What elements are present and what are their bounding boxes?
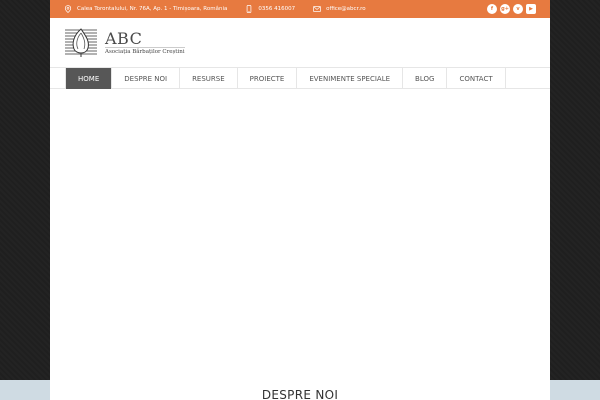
phone-info[interactable]: 0356 416007 — [245, 5, 295, 13]
social-links: f g+ v ▶ — [487, 4, 536, 14]
google-plus-icon[interactable]: g+ — [500, 4, 510, 14]
nav-item-blog[interactable]: BLOG — [403, 68, 448, 89]
mail-icon — [313, 5, 321, 13]
main-container: ABC Asociația Bărbaților Creștini HOME D… — [50, 18, 550, 400]
nav-item-evenimente-speciale[interactable]: EVENIMENTE SPECIALE — [297, 68, 404, 89]
leaf-logo-icon[interactable] — [65, 28, 97, 58]
main-navigation: HOME DESPRE NOI RESURSE PROIECTE EVENIME… — [50, 67, 550, 89]
nav-item-home[interactable]: HOME — [65, 68, 113, 89]
nav-item-despre-noi[interactable]: DESPRE NOI — [112, 68, 181, 89]
hero-slider-area — [50, 90, 550, 352]
youtube-icon[interactable]: ▶ — [526, 4, 536, 14]
email-text: office@abcr.ro — [326, 6, 366, 12]
vimeo-icon[interactable]: v — [513, 4, 523, 14]
nav-item-proiecte[interactable]: PROIECTE — [238, 68, 298, 89]
logo-title[interactable]: ABC — [105, 29, 142, 48]
top-info-bar: Calea Torontalului, Nr. 76A, Ap. 1 - Tim… — [50, 0, 550, 18]
section-title-despre-noi: DESPRE NOI — [261, 388, 339, 400]
phone-icon — [245, 5, 253, 13]
address-info: Calea Torontalului, Nr. 76A, Ap. 1 - Tim… — [64, 5, 227, 13]
map-pin-icon — [64, 5, 72, 13]
nav-item-contact[interactable]: CONTACT — [447, 68, 506, 89]
email-info[interactable]: office@abcr.ro — [313, 5, 366, 13]
nav-menu: HOME DESPRE NOI RESURSE PROIECTE EVENIME… — [65, 68, 506, 89]
nav-item-resurse[interactable]: RESURSE — [180, 68, 238, 89]
phone-text: 0356 416007 — [258, 6, 296, 12]
facebook-icon[interactable]: f — [487, 4, 497, 14]
logo-subtitle: Asociația Bărbaților Creștini — [105, 47, 185, 55]
address-text: Calea Torontalului, Nr. 76A, Ap. 1 - Tim… — [77, 6, 228, 12]
site-header: ABC Asociația Bărbaților Creștini — [50, 18, 550, 68]
